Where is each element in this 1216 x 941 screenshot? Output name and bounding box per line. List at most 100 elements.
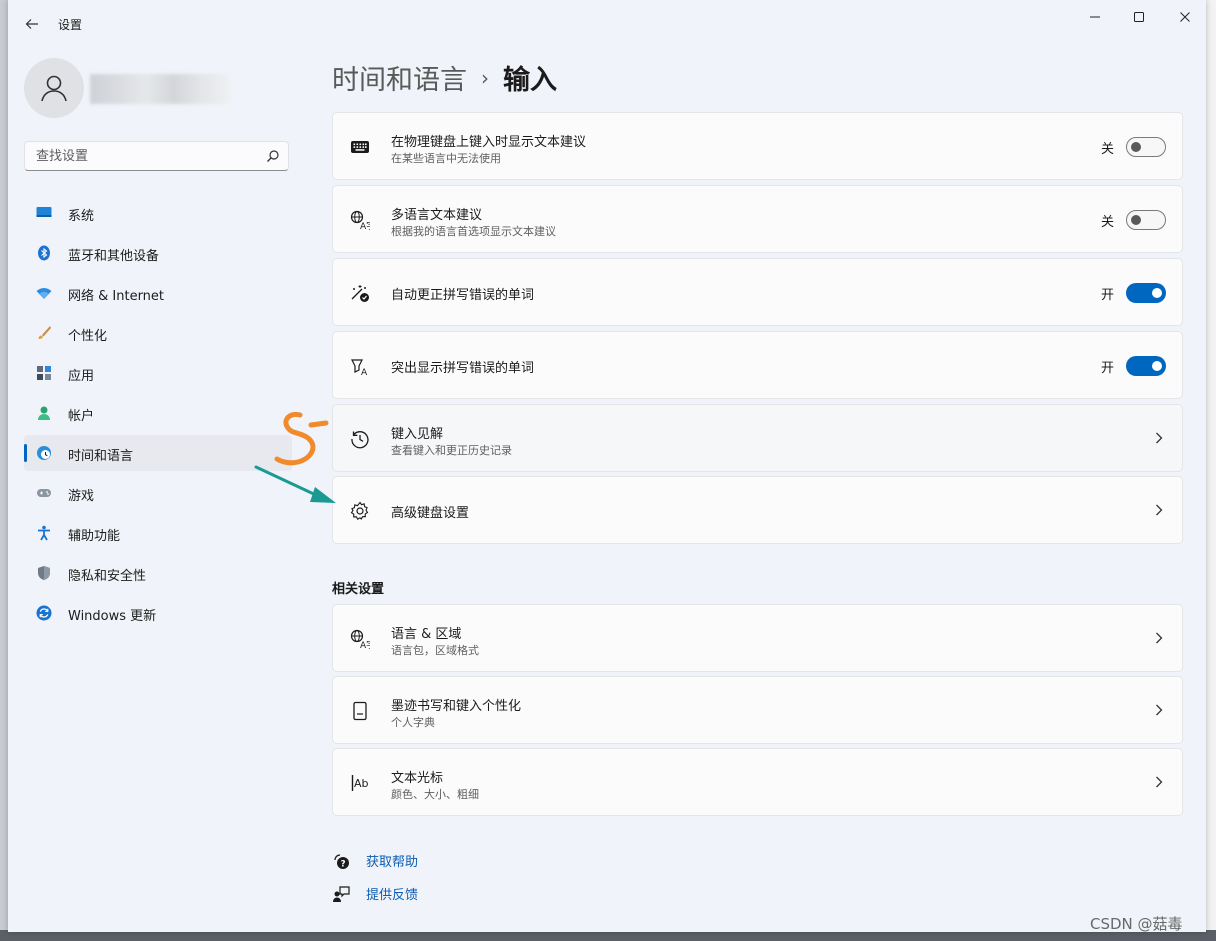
- sidebar-item-accessibility[interactable]: 辅助功能: [24, 515, 292, 551]
- toggle-state-label: 开: [1100, 361, 1114, 376]
- setting-multilingual-text-suggestions[interactable]: A字 多语言文本建议 根据我的语言首选项显示文本建议 关: [332, 185, 1183, 253]
- sidebar-item-label: 网络 & Internet: [68, 289, 165, 304]
- gamepad-icon: [37, 489, 51, 497]
- sidebar-item-windows-update[interactable]: Windows 更新: [24, 595, 292, 631]
- setting-autocorrect[interactable]: 自动更正拼写错误的单词 开: [332, 258, 1183, 326]
- notebook-icon: [353, 701, 367, 721]
- settings-window: 设置 系统 蓝牙和其他设备 网络 & Internet: [8, 0, 1206, 932]
- user-name-blurred: [90, 74, 230, 104]
- sidebar-item-label: 时间和语言: [68, 449, 134, 464]
- maximize-button[interactable]: [1116, 6, 1162, 28]
- language-icon: A字: [350, 210, 370, 230]
- keyboard-icon: [351, 141, 369, 153]
- toggle-knob: [1152, 361, 1162, 371]
- toggle-switch-highlight[interactable]: [1126, 356, 1166, 376]
- search-input[interactable]: [34, 148, 258, 165]
- toggle-switch-autocorrect[interactable]: [1126, 283, 1166, 303]
- avatar[interactable]: [24, 58, 84, 118]
- setting-description: 根据我的语言首选项显示文本建议: [391, 225, 556, 238]
- minimize-button[interactable]: [1072, 6, 1118, 28]
- setting-title: 文本光标: [391, 771, 444, 786]
- sidebar-nav: 系统 蓝牙和其他设备 网络 & Internet 个性化 应用 帐户 时间和语言: [24, 195, 292, 635]
- globe-clock-icon: [37, 446, 51, 460]
- breadcrumb-parent[interactable]: 时间和语言: [332, 58, 467, 97]
- setting-highlight-misspelled[interactable]: A 突出显示拼写错误的单词 开: [332, 331, 1183, 399]
- breadcrumb: 时间和语言 › 输入: [332, 58, 557, 97]
- related-pen-ink-personalization[interactable]: 墨迹书写和键入个性化 个人字典: [332, 676, 1183, 744]
- brush-icon: [38, 326, 51, 339]
- setting-title: 键入见解: [391, 427, 444, 442]
- sidebar-item-label: 辅助功能: [68, 529, 121, 544]
- page-title: 输入: [503, 65, 557, 96]
- sidebar-item-label: 游戏: [68, 489, 95, 504]
- svg-text:A字: A字: [360, 639, 370, 649]
- text-cursor-icon-label: Ab: [354, 777, 369, 790]
- setting-text-suggestions-physical-keyboard[interactable]: 在物理键盘上键入时显示文本建议 在某些语言中无法使用 关: [332, 112, 1183, 180]
- setting-title: 在物理键盘上键入时显示文本建议: [391, 135, 587, 150]
- toggle-knob: [1131, 215, 1141, 225]
- watermark: CSDN @菇毒: [1090, 915, 1183, 933]
- chevron-right-icon: [1156, 432, 1163, 444]
- sidebar-item-system[interactable]: 系统: [24, 195, 292, 231]
- setting-title: 突出显示拼写错误的单词: [391, 361, 535, 376]
- chevron-right-icon: [1156, 704, 1163, 716]
- title-bar: 设置: [8, 0, 1206, 48]
- text-cursor-icon: Ab: [351, 775, 369, 791]
- svg-text:?: ?: [341, 859, 346, 869]
- sidebar-item-label: 个性化: [68, 329, 108, 344]
- setting-title: 墨迹书写和键入个性化: [391, 699, 522, 714]
- highlighter-icon: A: [351, 359, 368, 376]
- sidebar-item-label: 隐私和安全性: [68, 569, 147, 584]
- account-icon: [38, 406, 50, 420]
- related-text-cursor[interactable]: Ab 文本光标 颜色、大小、粗细: [332, 748, 1183, 816]
- svg-text:A: A: [361, 368, 368, 376]
- give-feedback-link[interactable]: 提供反馈: [366, 884, 418, 903]
- related-settings-heading: 相关设置: [332, 582, 385, 597]
- back-button[interactable]: [20, 12, 44, 36]
- language-icon: A字: [350, 629, 370, 649]
- toggle-knob: [1152, 288, 1162, 298]
- accessibility-icon: [38, 525, 50, 541]
- related-language-region[interactable]: A字 语言 & 区域 语言包，区域格式: [332, 604, 1183, 672]
- toggle-state-label: 开: [1100, 288, 1114, 303]
- get-help-link[interactable]: 获取帮助: [366, 851, 418, 870]
- help-chat-icon: ?: [334, 853, 349, 869]
- sidebar-item-label: Windows 更新: [68, 609, 157, 624]
- setting-description: 颜色、大小、粗细: [391, 788, 479, 801]
- chevron-right-icon: [1156, 776, 1163, 788]
- sidebar-item-bluetooth[interactable]: 蓝牙和其他设备: [24, 235, 292, 271]
- sidebar-item-label: 蓝牙和其他设备: [68, 249, 160, 264]
- sidebar-item-personalization[interactable]: 个性化: [24, 315, 292, 351]
- close-icon: [1180, 12, 1190, 22]
- sidebar-item-time-language[interactable]: 时间和语言: [24, 435, 292, 471]
- setting-title: 高级键盘设置: [391, 506, 470, 521]
- sidebar-item-network[interactable]: 网络 & Internet: [24, 275, 292, 311]
- search-box[interactable]: [24, 141, 289, 171]
- svg-text:A字: A字: [360, 220, 370, 230]
- search-icon[interactable]: [266, 149, 280, 163]
- setting-description: 个人字典: [391, 716, 435, 729]
- give-feedback-link-row[interactable]: 提供反馈: [332, 884, 418, 903]
- back-arrow-icon: [25, 19, 38, 29]
- sidebar-item-apps[interactable]: 应用: [24, 355, 292, 391]
- setting-title: 语言 & 区域: [391, 627, 462, 642]
- toggle-switch-multilingual[interactable]: [1126, 210, 1166, 230]
- bluetooth-icon: [38, 245, 50, 261]
- toggle-switch-text-suggestions[interactable]: [1126, 137, 1166, 157]
- sidebar-item-accounts[interactable]: 帐户: [24, 395, 292, 431]
- update-icon: [36, 605, 52, 621]
- setting-typing-insights[interactable]: 键入见解 查看键入和更正历史记录: [332, 404, 1183, 472]
- setting-description: 查看键入和更正历史记录: [391, 444, 512, 457]
- get-help-link-row[interactable]: ? 获取帮助: [332, 851, 418, 870]
- minimize-icon: [1090, 16, 1100, 18]
- sidebar-item-gaming[interactable]: 游戏: [24, 475, 292, 511]
- shield-icon: [38, 566, 50, 580]
- close-button[interactable]: [1162, 6, 1206, 28]
- sidebar-item-label: 系统: [68, 209, 95, 224]
- sidebar-item-privacy[interactable]: 隐私和安全性: [24, 555, 292, 591]
- chevron-right-icon: [1156, 504, 1163, 516]
- setting-advanced-keyboard[interactable]: 高级键盘设置: [332, 476, 1183, 544]
- maximize-icon: [1134, 12, 1144, 22]
- breadcrumb-separator: ›: [481, 65, 489, 90]
- toggle-state-label: 关: [1100, 215, 1114, 230]
